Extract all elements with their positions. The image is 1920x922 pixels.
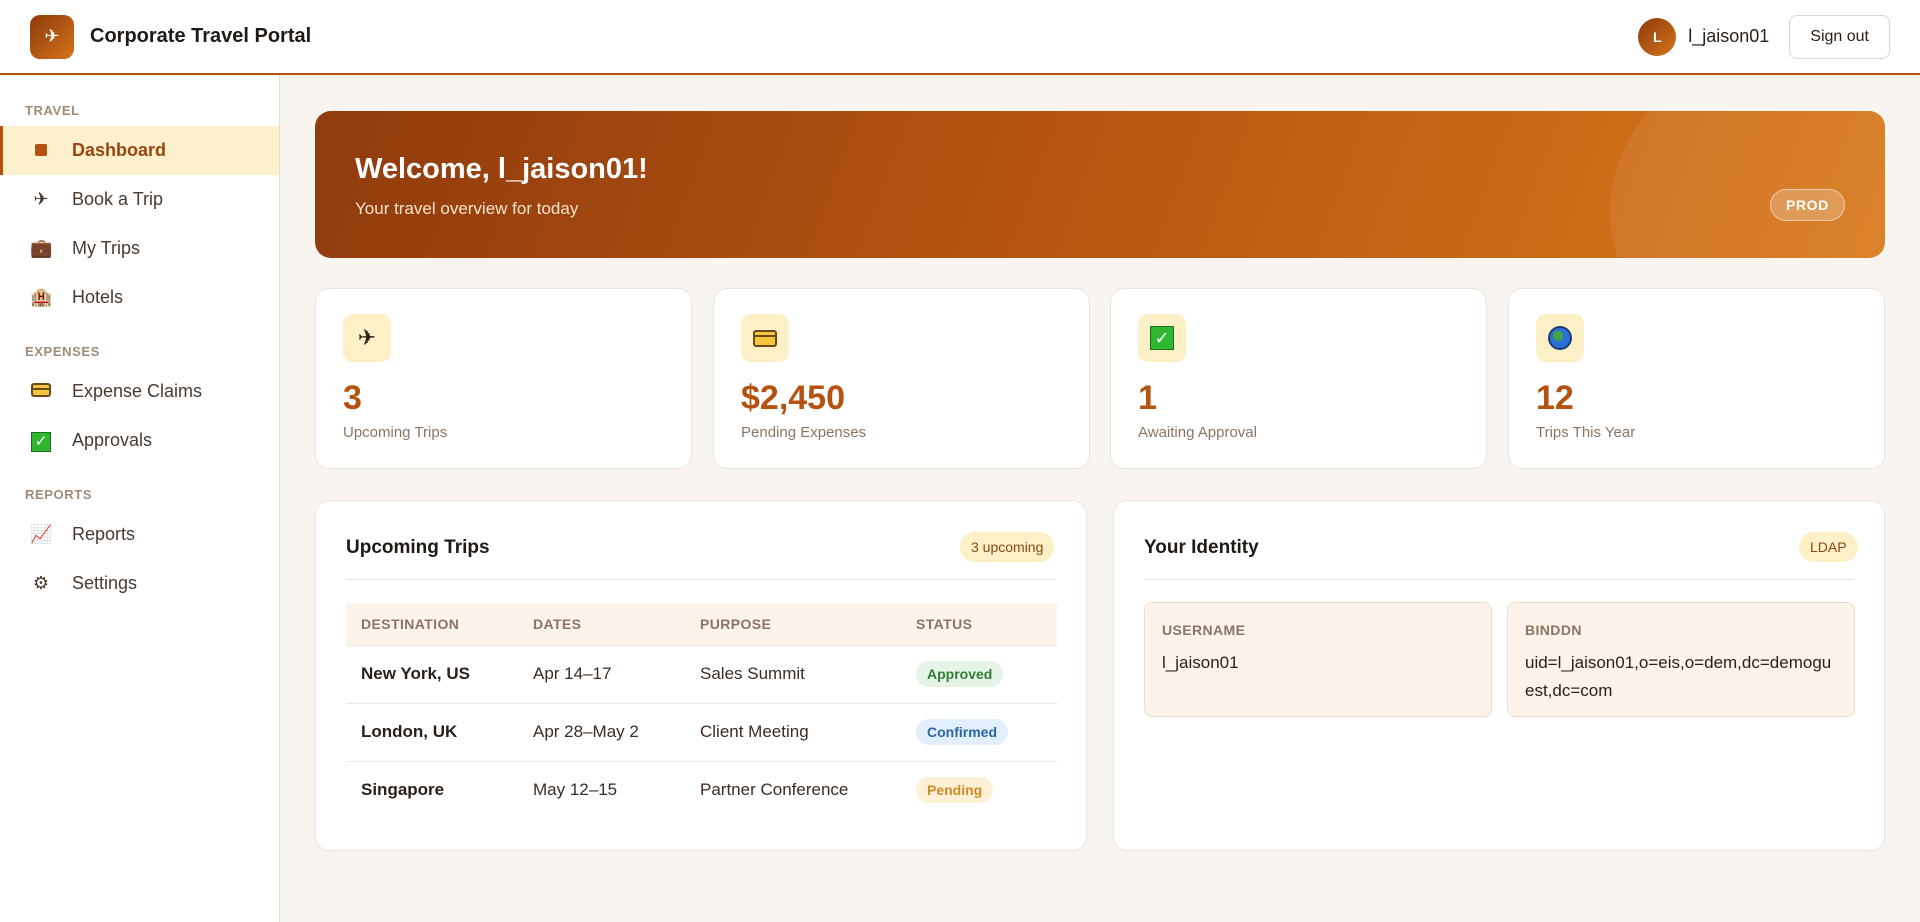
table-row[interactable]: New York, US Apr 14–17 Sales Summit Appr…: [346, 644, 1057, 703]
field-value: uid=l_jaison01,o=eis,o=dem,dc=demoguest,…: [1525, 653, 1832, 700]
trip-status: Pending: [901, 760, 1057, 819]
trip-purpose: Partner Conference: [685, 760, 901, 819]
sidebar-item-approvals[interactable]: ✓ Approvals: [0, 416, 279, 465]
sidebar-item-label: Hotels: [72, 287, 124, 307]
sidebar-section-travel: TRAVEL: [25, 103, 80, 118]
plane-icon: ✈: [30, 14, 74, 59]
decorative-circle: [1610, 111, 1885, 258]
stat-label: Pending Expenses: [741, 424, 867, 441]
stat-label: Upcoming Trips: [343, 424, 448, 441]
user-area: L l_jaison01 Sign out: [1638, 14, 1890, 59]
field-value: l_jaison01: [1162, 653, 1239, 672]
hotel-icon: 🏨: [30, 287, 53, 307]
plane-icon: ✈: [343, 314, 391, 362]
trip-dates: Apr 14–17: [518, 644, 685, 703]
trip-destination: London, UK: [346, 702, 518, 761]
credit-card-icon: [30, 381, 52, 402]
table-row[interactable]: London, UK Apr 28–May 2 Client Meeting C…: [346, 702, 1057, 761]
status-badge: Approved: [916, 661, 1004, 687]
sidebar-item-settings[interactable]: ⚙ Settings: [0, 559, 279, 608]
trips-table: DESTINATION DATES PURPOSE STATUS New Yor…: [346, 603, 1057, 819]
table-row[interactable]: Singapore May 12–15 Partner Conference P…: [346, 760, 1057, 819]
check-icon: ✓: [30, 430, 52, 452]
stat-card-trips-this-year: 12 Trips This Year: [1508, 288, 1885, 469]
trip-destination: Singapore: [346, 760, 518, 819]
welcome-banner: Welcome, l_jaison01! Your travel overvie…: [315, 111, 1885, 258]
column-header-destination: DESTINATION: [361, 615, 460, 632]
briefcase-icon: 💼: [30, 238, 53, 258]
trip-status: Confirmed: [901, 702, 1057, 761]
sidebar-item-label: Expense Claims: [72, 381, 203, 401]
welcome-subtitle: Your travel overview for today: [355, 199, 579, 218]
trip-dates: Apr 28–May 2: [518, 702, 685, 761]
divider: [346, 579, 1056, 580]
status-badge: Pending: [916, 777, 994, 804]
app-title: Corporate Travel Portal: [90, 25, 312, 47]
stat-card-awaiting-approval: ✓ 1 Awaiting Approval: [1110, 288, 1487, 469]
sidebar-section-reports: REPORTS: [25, 487, 93, 502]
sidebar-item-label: Dashboard: [72, 140, 167, 160]
check-icon: ✓: [1138, 314, 1186, 362]
sidebar-item-label: Approvals: [72, 430, 153, 450]
sidebar-item-label: Reports: [72, 524, 136, 544]
trip-status: Approved: [901, 644, 1057, 703]
chart-icon: 📈: [30, 524, 53, 544]
trip-destination: New York, US: [346, 644, 518, 703]
divider: [1144, 579, 1854, 580]
column-header-purpose: PURPOSE: [700, 615, 772, 632]
top-bar: ✈ Corporate Travel Portal L l_jaison01 S…: [0, 0, 1920, 75]
ldap-badge: LDAP: [1799, 532, 1858, 562]
trip-dates: May 12–15: [518, 760, 685, 819]
sidebar-item-reports[interactable]: 📈 Reports: [0, 510, 279, 559]
sign-out-button[interactable]: Sign out: [1789, 14, 1890, 59]
sidebar-item-label: Settings: [72, 573, 138, 593]
username-field: USERNAME l_jaison01: [1144, 602, 1492, 717]
identity-panel: Your Identity LDAP USERNAME l_jaison01 B…: [1113, 500, 1885, 851]
stat-value: 3: [343, 379, 362, 417]
panel-title: Your Identity: [1144, 537, 1259, 558]
welcome-title: Welcome, l_jaison01!: [355, 153, 648, 185]
sidebar-section-expenses: EXPENSES: [25, 344, 100, 359]
trip-purpose: Client Meeting: [685, 702, 901, 761]
username: l_jaison01: [1688, 26, 1770, 46]
column-header-dates: DATES: [533, 615, 582, 632]
stat-card-pending-expenses: $2,450 Pending Expenses: [713, 288, 1090, 469]
upcoming-count-badge: 3 upcoming: [960, 532, 1055, 562]
sidebar-item-my-trips[interactable]: 💼 My Trips: [0, 224, 279, 273]
sidebar-item-hotels[interactable]: 🏨 Hotels: [0, 273, 279, 322]
plane-icon: ✈: [33, 189, 49, 209]
binddn-field: BINDDN uid=l_jaison01,o=eis,o=dem,dc=dem…: [1507, 602, 1855, 717]
upcoming-trips-panel: Upcoming Trips 3 upcoming DESTINATION DA…: [315, 500, 1087, 851]
sidebar: TRAVEL Dashboard ✈ Book a Trip 💼 My Trip…: [0, 75, 280, 922]
field-label: USERNAME: [1162, 622, 1246, 638]
sidebar-item-dashboard[interactable]: Dashboard: [0, 126, 279, 175]
stat-label: Trips This Year: [1536, 424, 1636, 441]
sidebar-item-book-a-trip[interactable]: ✈ Book a Trip: [0, 175, 279, 224]
stat-card-upcoming-trips: ✈ 3 Upcoming Trips: [315, 288, 692, 469]
stat-label: Awaiting Approval: [1138, 424, 1257, 441]
stat-value: 12: [1536, 379, 1574, 417]
gear-icon: ⚙: [32, 573, 50, 593]
square-icon: [30, 140, 52, 161]
stat-value: $2,450: [741, 379, 845, 417]
credit-card-icon: [741, 314, 789, 362]
sidebar-item-expense-claims[interactable]: Expense Claims: [0, 367, 279, 416]
column-header-status: STATUS: [916, 615, 973, 632]
sidebar-item-label: Book a Trip: [72, 189, 164, 209]
globe-icon: [1536, 314, 1584, 362]
panel-title: Upcoming Trips: [346, 537, 490, 558]
stat-value: 1: [1138, 379, 1157, 417]
table-header-row: DESTINATION DATES PURPOSE STATUS: [346, 603, 1057, 645]
trip-purpose: Sales Summit: [685, 644, 901, 703]
field-label: BINDDN: [1525, 622, 1582, 638]
sidebar-item-label: My Trips: [72, 238, 141, 258]
environment-badge: PROD: [1770, 189, 1845, 221]
avatar[interactable]: L: [1638, 17, 1677, 56]
status-badge: Confirmed: [916, 719, 1008, 745]
